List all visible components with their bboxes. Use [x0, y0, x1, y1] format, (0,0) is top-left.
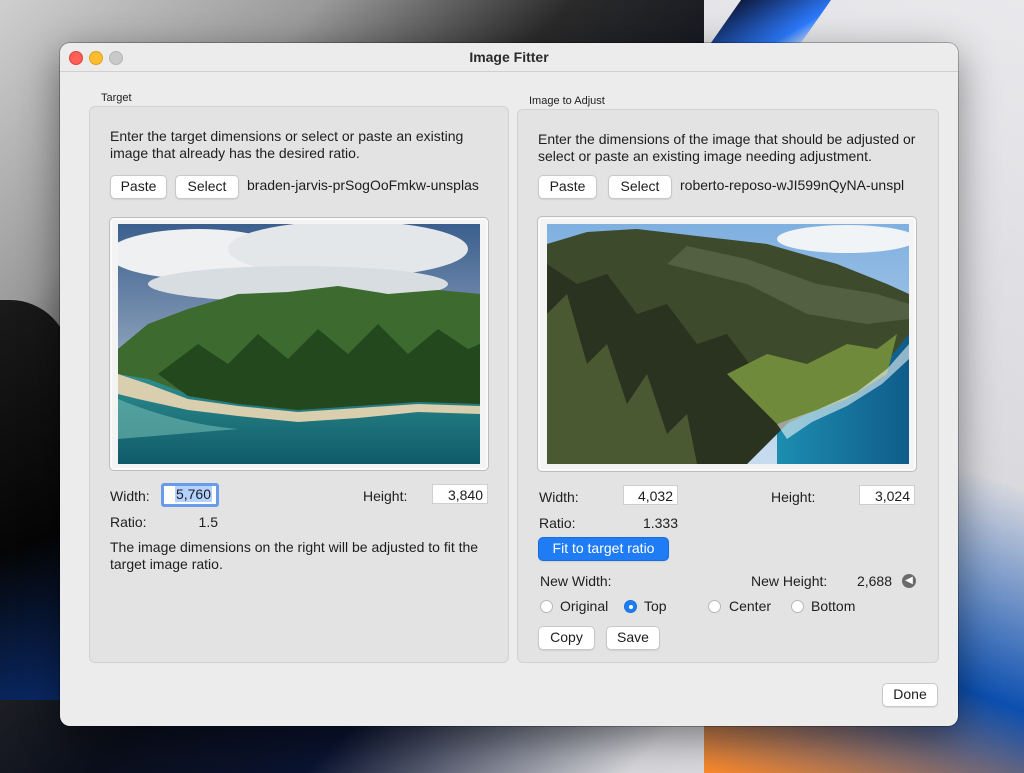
adjust-ratio-value: 1.333 [642, 515, 678, 531]
adjust-height-field[interactable]: 3,024 [859, 485, 915, 505]
copy-button[interactable]: Copy [538, 626, 595, 650]
anchor-center-label[interactable]: Center [729, 598, 771, 614]
target-note: The image dimensions on the right will b… [110, 539, 479, 572]
adjust-width-field[interactable]: 4,032 [623, 485, 678, 505]
target-group-label: Target [101, 92, 132, 104]
target-image-well[interactable] [109, 217, 489, 471]
anchor-top-label[interactable]: Top [644, 598, 667, 614]
new-height-label: New Height: [751, 573, 828, 589]
target-ratio-value: 1.5 [198, 514, 218, 530]
adjust-select-button[interactable]: Select [608, 175, 672, 199]
target-width-value: 5,760 [174, 486, 212, 502]
arrow-left-circle-icon[interactable]: ◀ [902, 574, 916, 588]
target-filename: braden-jarvis-prSogOoFmkw-unsplas [247, 177, 479, 193]
anchor-bottom-label[interactable]: Bottom [811, 598, 855, 614]
adjust-width-label: Width: [539, 489, 579, 505]
target-height-label: Height: [363, 488, 408, 504]
target-select-button[interactable]: Select [175, 175, 239, 199]
adjust-image-well[interactable] [537, 216, 917, 472]
adjust-paste-button[interactable]: Paste [538, 175, 597, 199]
adjust-group: Enter the dimensions of the image that s… [517, 109, 939, 663]
target-paste-button[interactable]: Paste [110, 175, 167, 199]
adjust-description: Enter the dimensions of the image that s… [538, 131, 916, 164]
anchor-original-radio[interactable] [540, 600, 553, 613]
target-image [118, 224, 480, 464]
anchor-bottom-radio[interactable] [791, 600, 804, 613]
anchor-original-label[interactable]: Original [560, 598, 608, 614]
target-width-field[interactable]: 5,760 [161, 483, 219, 507]
target-width-label: Width: [110, 488, 150, 504]
anchor-center-radio[interactable] [708, 600, 721, 613]
target-description: Enter the target dimensions or select or… [110, 128, 464, 161]
done-button[interactable]: Done [882, 683, 938, 707]
target-ratio-label: Ratio: [110, 514, 147, 530]
target-group: Enter the target dimensions or select or… [89, 106, 509, 663]
title-bar: Image Fitter [60, 43, 958, 72]
fit-to-target-ratio-button[interactable]: Fit to target ratio [538, 537, 669, 561]
adjust-filename: roberto-reposo-wJI599nQyNA-unspl [680, 177, 905, 193]
new-height-value: 2,688 [856, 573, 892, 589]
save-button[interactable]: Save [606, 626, 660, 650]
anchor-top-radio[interactable] [624, 600, 637, 613]
adjust-group-label: Image to Adjust [529, 95, 605, 107]
window-title: Image Fitter [469, 49, 549, 65]
new-width-label: New Width: [540, 573, 612, 589]
adjust-height-label: Height: [771, 489, 816, 505]
adjust-ratio-label: Ratio: [539, 515, 576, 531]
image-fitter-window: Image Fitter Target Enter the target dim… [60, 43, 958, 726]
target-height-field[interactable]: 3,840 [432, 484, 488, 504]
adjust-image [547, 224, 909, 464]
